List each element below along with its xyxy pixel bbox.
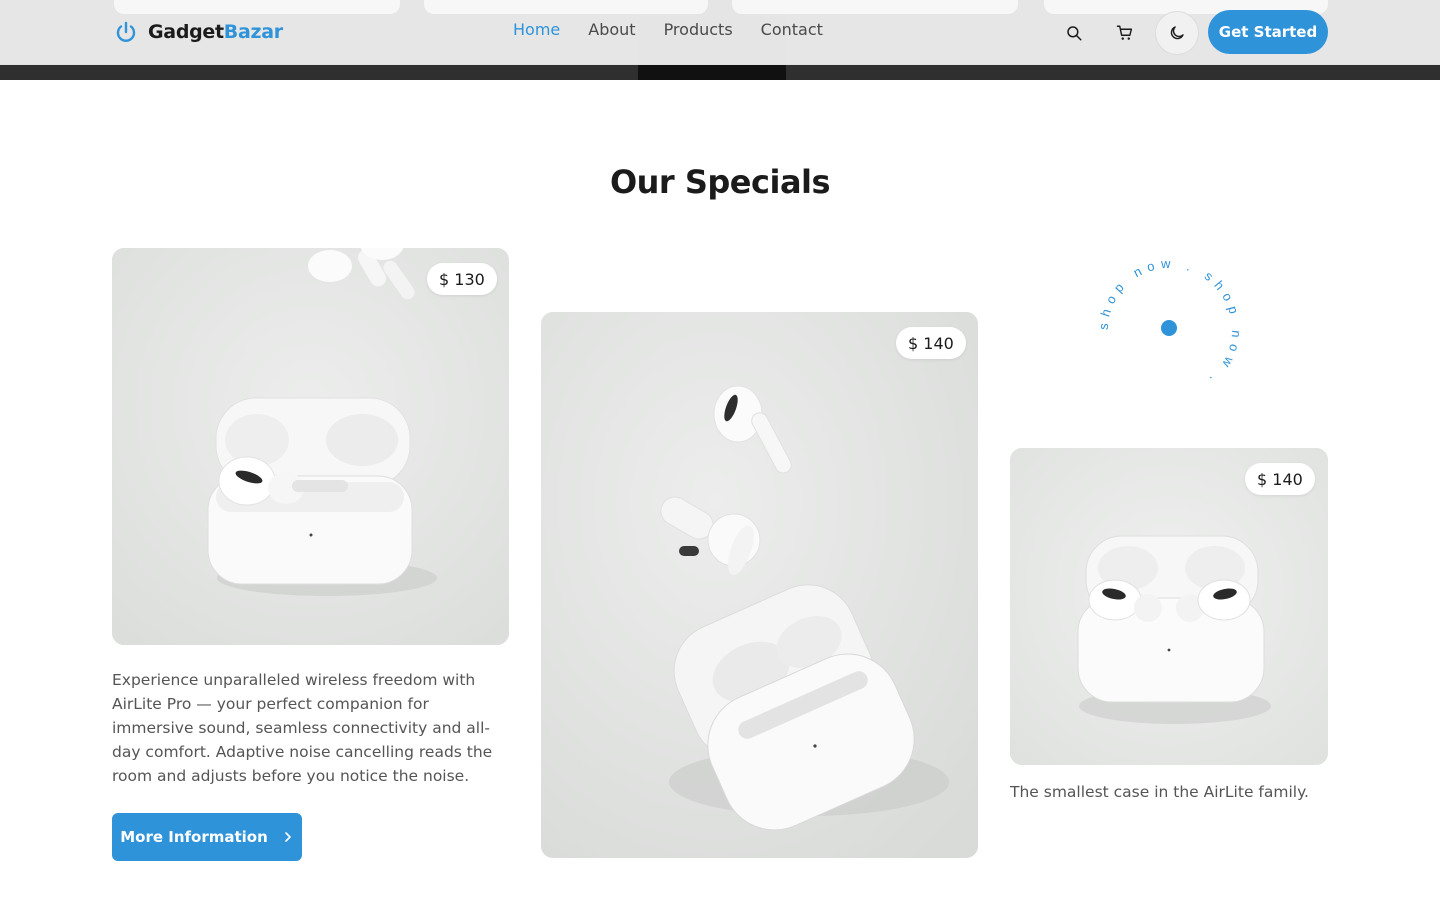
get-started-button[interactable]: Get Started (1208, 10, 1328, 54)
price-badge-1: $ 130 (427, 263, 497, 295)
main-nav: Home About Products Contact (513, 20, 823, 39)
product-description-3: The smallest case in the AirLite family. (1010, 783, 1309, 801)
airpods-small-case-illustration (1010, 448, 1328, 765)
product-image-3[interactable] (1010, 448, 1328, 765)
theme-toggle-button[interactable] (1155, 11, 1199, 55)
airpods-case-illustration (112, 248, 509, 645)
chevron-right-icon (284, 832, 291, 842)
product-image-1[interactable] (112, 248, 509, 645)
brand-logo[interactable]: GadgetBazar (114, 18, 283, 46)
circular-text-graphic: shop now . shop now . (1096, 256, 1239, 391)
search-icon (1067, 26, 1082, 41)
brand-name-part2: Bazar (223, 21, 283, 43)
search-button[interactable] (1052, 11, 1096, 55)
brand-name-part1: Gadget (148, 21, 224, 43)
price-badge-3: $ 140 (1245, 463, 1315, 495)
brand-name: GadgetBazar (148, 21, 283, 43)
product-description-1: Experience unparalleled wireless freedom… (112, 671, 493, 785)
header-ghost (732, 0, 1018, 14)
header-ghost (424, 0, 708, 14)
cart-button[interactable] (1103, 11, 1147, 55)
moon-icon (1170, 26, 1184, 40)
site-header: GadgetBazar Home About Products Contact … (0, 0, 1440, 65)
section-title: Our Specials (609, 163, 831, 201)
more-information-button[interactable]: More Information (112, 813, 302, 861)
nav-link-home[interactable]: Home (513, 20, 560, 39)
nav-link-products[interactable]: Products (664, 20, 733, 39)
airpods-open-case-illustration (541, 312, 978, 858)
price-badge-2: $ 140 (896, 327, 966, 359)
power-icon (116, 21, 136, 42)
more-information-label: More Information (120, 828, 268, 846)
nav-link-about[interactable]: About (588, 20, 635, 39)
center-dot (1161, 320, 1177, 336)
product-image-2[interactable] (541, 312, 978, 858)
shop-now-circular-badge[interactable]: shop now . shop now . (1090, 250, 1250, 410)
nav-link-contact[interactable]: Contact (761, 20, 823, 39)
cart-icon (1116, 25, 1133, 40)
header-ghost (114, 0, 400, 14)
